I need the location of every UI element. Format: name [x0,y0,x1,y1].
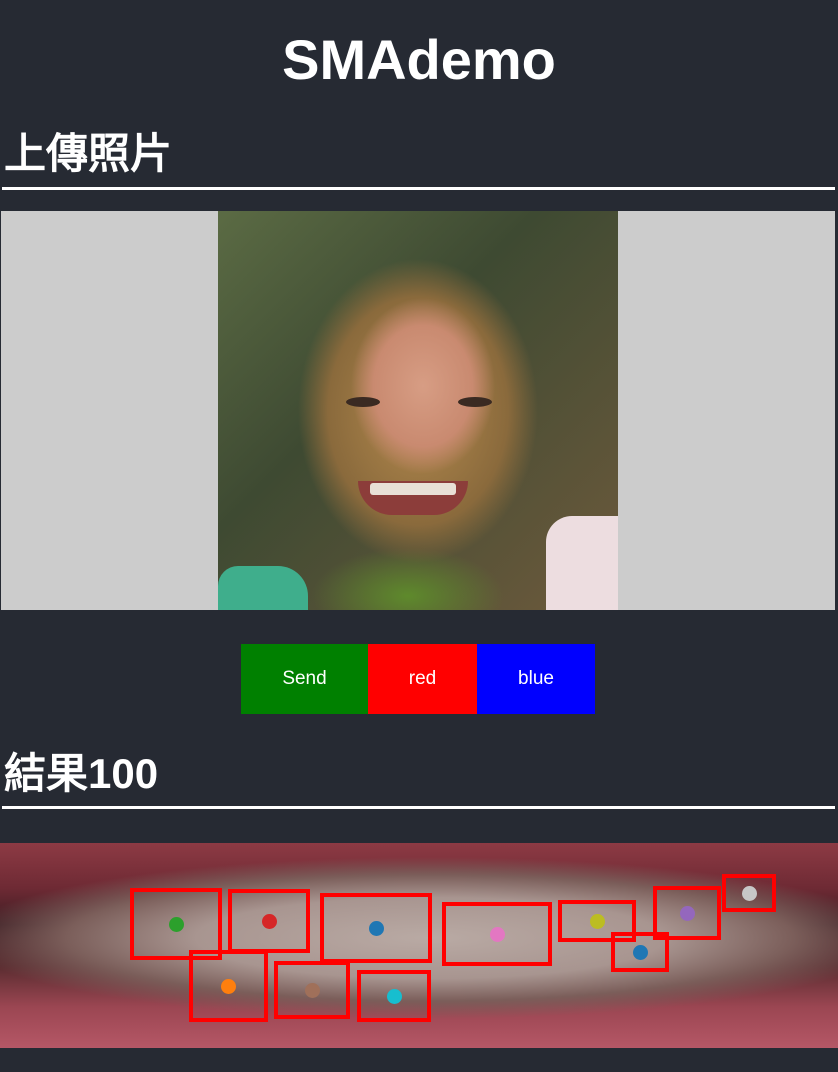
tooth-marker-dot [168,916,184,932]
upload-heading: 上傳照片 [4,130,173,177]
tooth-marker-dot [489,926,505,942]
tooth-marker-dot [304,982,320,998]
blue-button[interactable]: blue [477,644,595,714]
photo-toy [218,566,308,610]
tooth-marker-dot [632,944,648,960]
tooth-marker-dot [261,913,277,929]
tooth-marker-dot [386,988,402,1004]
send-button[interactable]: Send [241,644,368,714]
photo-eye-right [458,397,492,407]
tooth-marker-dot [679,905,695,921]
tooth-marker-dot [741,885,757,901]
action-buttons: Send red blue [241,644,595,714]
uploaded-photo [218,211,618,610]
photo-eye-left [346,397,380,407]
red-button[interactable]: red [368,644,477,714]
photo-preview[interactable] [1,211,835,610]
divider [2,187,835,190]
tooth-marker-dot [368,920,384,936]
divider [2,806,835,809]
photo-teeth [370,483,456,495]
photo-side-person [546,516,618,610]
tooth-marker-dot [221,978,236,994]
tooth-marker-dot [589,913,605,929]
result-teeth-image [0,843,838,1048]
app-title: SMAdemo [282,28,556,91]
result-heading: 結果100 [4,750,159,797]
